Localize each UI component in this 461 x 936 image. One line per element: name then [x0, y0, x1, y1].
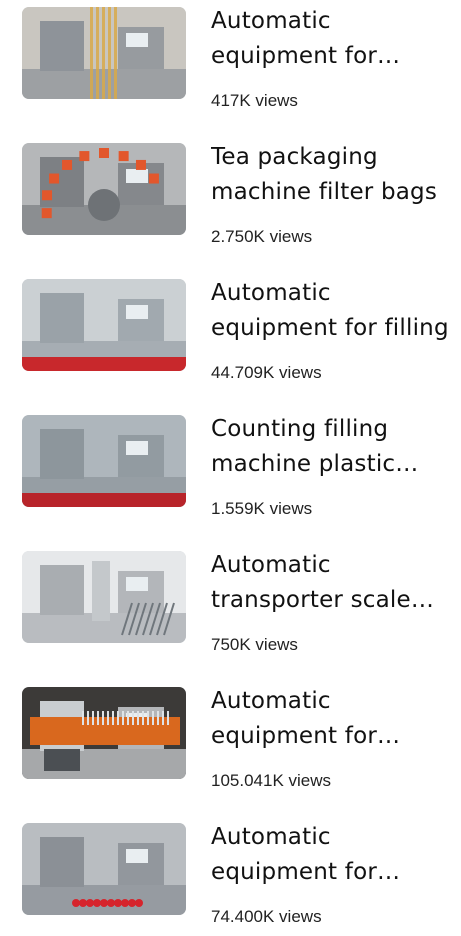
video-thumbnail[interactable]: [22, 415, 186, 507]
video-thumbnail[interactable]: [22, 687, 186, 779]
video-views: 2.750K views: [211, 227, 313, 246]
orange-conveyor-machine-image: [22, 687, 186, 779]
tea-packaging-wheel-image: [22, 143, 186, 235]
video-title[interactable]: Tea packaging machine filter bags: [211, 140, 451, 210]
video-views: 74.400K views: [211, 907, 322, 926]
video-thumbnail[interactable]: [22, 823, 186, 915]
bottle-capping-machine-image: [22, 823, 186, 915]
video-views: 105.041K views: [211, 771, 332, 790]
video-title[interactable]: Automatic transporter scale weighing: [211, 548, 451, 618]
video-title[interactable]: Automatic equipment for bottling: [211, 684, 451, 754]
video-item-4[interactable]: Counting filling machine plastic bottles…: [0, 408, 461, 528]
video-views: 417K views: [211, 91, 298, 110]
video-title[interactable]: Automatic equipment for filling: [211, 276, 451, 346]
video-item-1[interactable]: Automatic equipment for packaging 417K v…: [0, 0, 461, 120]
transporter-scale-image: [22, 551, 186, 643]
video-title[interactable]: Automatic equipment for packaging: [211, 4, 451, 74]
video-item-2[interactable]: Tea packaging machine filter bags 2.750K…: [0, 136, 461, 256]
video-views: 1.559K views: [211, 499, 313, 518]
video-item-7[interactable]: Automatic equipment for capping 74.400K …: [0, 816, 461, 936]
video-thumbnail[interactable]: [22, 7, 186, 99]
video-title[interactable]: Automatic equipment for capping: [211, 820, 451, 890]
video-item-3[interactable]: Automatic equipment for filling 44.709K …: [0, 272, 461, 392]
video-list: Automatic equipment for packaging 417K v…: [0, 0, 461, 927]
video-item-5[interactable]: Automatic transporter scale weighing 750…: [0, 544, 461, 664]
video-thumbnail[interactable]: [22, 551, 186, 643]
automatic-packaging-line-image: [22, 7, 186, 99]
video-item-6[interactable]: Automatic equipment for bottling 105.041…: [0, 680, 461, 800]
video-title[interactable]: Counting filling machine plastic bottles: [211, 412, 451, 482]
counting-filling-machine-image: [22, 415, 186, 507]
video-thumbnail[interactable]: [22, 143, 186, 235]
video-views: 44.709K views: [211, 363, 322, 382]
video-views: 750K views: [211, 635, 298, 654]
video-thumbnail[interactable]: [22, 279, 186, 371]
filling-machine-exhibition-image: [22, 279, 186, 371]
